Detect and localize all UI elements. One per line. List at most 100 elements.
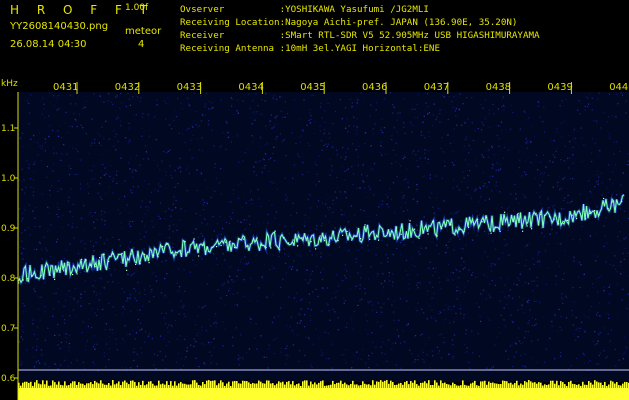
noise-speck — [353, 173, 355, 175]
noise-speck — [159, 218, 161, 220]
noise-speck — [122, 338, 124, 340]
noise-speck — [218, 182, 221, 184]
noise-speck — [515, 198, 517, 200]
noise-speck — [275, 118, 277, 120]
noise-speck — [139, 329, 141, 332]
noise-speck — [66, 153, 68, 155]
noise-speck — [21, 213, 23, 215]
noise-speck — [275, 211, 278, 213]
noise-speck — [222, 227, 224, 230]
noise-speck — [219, 168, 222, 170]
noise-speck — [231, 336, 234, 338]
noise-speck — [545, 283, 547, 286]
noise-speck — [127, 297, 129, 299]
noise-speck — [515, 193, 517, 195]
noise-speck — [624, 247, 626, 250]
noise-speck — [352, 328, 354, 331]
noise-speck — [67, 365, 70, 367]
time-tick-label: 0436 — [362, 82, 387, 93]
noise-speck — [499, 163, 501, 165]
noise-speck — [129, 104, 132, 106]
noise-speck — [597, 180, 599, 182]
noise-speck — [605, 217, 607, 219]
noise-speck — [417, 251, 420, 253]
noise-speck — [236, 275, 238, 277]
signal-dot — [391, 230, 393, 232]
noise-speck — [481, 181, 483, 184]
baseline-spike — [588, 381, 590, 388]
signal-dot — [166, 243, 168, 245]
noise-speck — [423, 115, 425, 117]
noise-speck — [524, 336, 526, 339]
noise-speck — [336, 154, 338, 156]
noise-speck — [512, 297, 514, 299]
noise-speck — [199, 255, 201, 257]
noise-speck — [93, 142, 96, 144]
noise-speck — [22, 217, 24, 220]
noise-speck — [220, 193, 222, 195]
signal-dot — [121, 252, 123, 255]
noise-speck — [392, 104, 394, 106]
noise-speck — [456, 286, 458, 288]
noise-speck — [453, 334, 456, 336]
noise-speck — [115, 338, 117, 340]
noise-speck — [342, 146, 344, 149]
noise-speck — [488, 109, 490, 112]
signal-dot — [265, 246, 267, 249]
noise-speck — [586, 295, 589, 297]
noise-speck — [349, 316, 352, 319]
baseline-spike — [270, 383, 272, 388]
noise-speck — [69, 296, 71, 298]
noise-speck — [213, 322, 215, 324]
noise-speck — [464, 343, 466, 346]
noise-speck — [407, 274, 409, 276]
noise-speck — [289, 326, 291, 328]
noise-speck — [201, 258, 203, 260]
baseline-spike — [626, 382, 628, 388]
noise-speck — [569, 178, 571, 180]
noise-speck — [581, 225, 583, 228]
baseline-spike — [258, 380, 260, 388]
noise-speck — [342, 279, 344, 282]
noise-speck — [417, 302, 419, 304]
noise-speck — [48, 115, 50, 117]
baseline-spike — [552, 380, 554, 388]
noise-speck — [281, 140, 284, 142]
noise-speck — [153, 353, 156, 355]
noise-speck — [268, 170, 270, 173]
noise-speck — [47, 206, 49, 208]
baseline-spike — [540, 382, 542, 388]
noise-speck — [450, 272, 452, 274]
noise-speck — [272, 339, 275, 341]
noise-speck — [616, 270, 618, 273]
signal-dot — [544, 214, 546, 216]
noise-speck — [126, 300, 128, 302]
baseline-spike — [438, 385, 440, 388]
noise-speck — [529, 309, 531, 311]
noise-speck — [381, 118, 383, 120]
baseline-spike — [278, 381, 280, 388]
noise-speck — [303, 326, 306, 328]
noise-speck — [375, 254, 377, 256]
noise-speck — [44, 282, 46, 284]
noise-speck — [527, 157, 529, 159]
signal-dot — [414, 228, 416, 230]
noise-speck — [510, 128, 512, 130]
noise-speck — [109, 175, 111, 177]
noise-speck — [345, 241, 347, 243]
noise-speck — [67, 200, 70, 202]
baseline-spike — [362, 381, 364, 388]
noise-speck — [467, 280, 469, 282]
noise-speck — [567, 134, 570, 137]
noise-speck — [369, 188, 371, 190]
noise-speck — [560, 244, 562, 246]
baseline-spike — [262, 383, 264, 388]
noise-speck — [487, 317, 489, 319]
noise-speck — [181, 108, 183, 110]
noise-speck — [448, 305, 450, 308]
noise-speck — [40, 349, 43, 351]
noise-speck — [621, 94, 624, 96]
noise-speck — [131, 176, 134, 178]
baseline-spike — [500, 384, 502, 388]
noise-speck — [235, 250, 237, 252]
